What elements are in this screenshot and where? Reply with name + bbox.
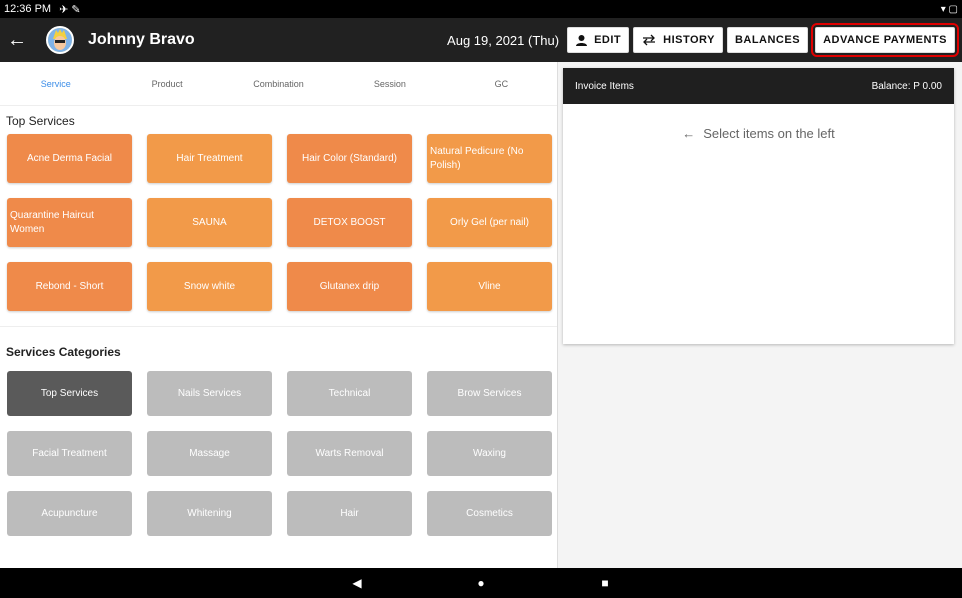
avatar xyxy=(46,26,74,54)
category-button[interactable]: Acupuncture xyxy=(7,491,132,536)
catalog-panel: Service Product Combination Session GC T… xyxy=(0,62,558,568)
history-button-label: HISTORY xyxy=(663,34,715,46)
avatar-image xyxy=(48,28,72,52)
service-button[interactable]: Orly Gel (per nail) xyxy=(427,198,552,247)
category-button[interactable]: Massage xyxy=(147,431,272,476)
category-button[interactable]: Hair xyxy=(287,491,412,536)
back-arrow-icon[interactable]: ← xyxy=(0,18,34,62)
balances-button[interactable]: BALANCES xyxy=(726,27,809,53)
edit-button-label: EDIT xyxy=(594,34,622,46)
app-bar: ← Johnny Bravo Aug 19, 2021 (Thu) EDIT H… xyxy=(0,18,962,62)
service-button[interactable]: Natural Pedicure (No Polish) xyxy=(427,134,552,183)
nav-home-icon[interactable]: ● xyxy=(469,571,493,595)
section-divider xyxy=(0,326,557,327)
invoice-panel: Invoice Items Balance: P 0.00 ← Select i… xyxy=(563,68,954,344)
service-button[interactable]: Hair Treatment xyxy=(147,134,272,183)
service-button[interactable]: Acne Derma Facial xyxy=(7,134,132,183)
status-time: 12:36 PM xyxy=(4,3,52,15)
history-button[interactable]: HISTORY xyxy=(633,27,723,53)
category-button[interactable]: Whitening xyxy=(147,491,272,536)
left-arrow-icon: ← xyxy=(682,126,696,141)
service-button[interactable]: Vline xyxy=(427,262,552,311)
notification-icons: ✈ ✎ xyxy=(59,3,81,16)
user-name: Johnny Bravo xyxy=(88,31,195,48)
service-button[interactable]: Snow white xyxy=(147,262,272,311)
nav-recents-icon[interactable]: ■ xyxy=(593,571,617,595)
invoice-empty-state: ← Select items on the left xyxy=(563,104,954,141)
service-button[interactable]: Hair Color (Standard) xyxy=(287,134,412,183)
category-button[interactable]: Facial Treatment xyxy=(7,431,132,476)
status-bar: 12:36 PM ✈ ✎ ▾ ▢ xyxy=(0,0,962,18)
advance-payments-button[interactable]: ADVANCE PAYMENTS xyxy=(811,23,959,57)
advance-payments-button-label: ADVANCE PAYMENTS xyxy=(823,34,947,46)
category-button[interactable]: Waxing xyxy=(427,431,552,476)
service-button[interactable]: Glutanex drip xyxy=(287,262,412,311)
category-button[interactable]: Brow Services xyxy=(427,371,552,416)
person-icon xyxy=(576,34,588,46)
category-button[interactable]: Nails Services xyxy=(147,371,272,416)
tab-service[interactable]: Service xyxy=(0,62,111,105)
invoice-header: Invoice Items Balance: P 0.00 xyxy=(563,68,954,104)
nav-back-icon[interactable]: ◀ xyxy=(345,571,369,595)
catalog-tabs: Service Product Combination Session GC xyxy=(0,62,557,106)
category-button[interactable]: Warts Removal xyxy=(287,431,412,476)
invoice-title: Invoice Items xyxy=(575,80,634,92)
service-button[interactable]: Quarantine Haircut Women xyxy=(7,198,132,247)
service-categories-title: Services Categories xyxy=(6,345,121,359)
invoice-empty-message: Select items on the left xyxy=(703,126,835,141)
edit-button[interactable]: EDIT xyxy=(567,27,630,53)
service-categories-grid: Top Services Nails Services Technical Br… xyxy=(0,371,557,551)
top-services-grid: Acne Derma Facial Hair Treatment Hair Co… xyxy=(0,132,557,326)
category-button[interactable]: Cosmetics xyxy=(427,491,552,536)
current-date: Aug 19, 2021 (Thu) xyxy=(447,32,560,48)
category-button[interactable]: Top Services xyxy=(7,371,132,416)
balances-button-label: BALANCES xyxy=(734,34,801,46)
top-services-title: Top Services xyxy=(6,114,75,128)
swap-icon xyxy=(643,34,656,46)
service-button[interactable]: SAUNA xyxy=(147,198,272,247)
tab-combination[interactable]: Combination xyxy=(223,62,334,105)
tab-product[interactable]: Product xyxy=(111,62,222,105)
service-button[interactable]: DETOX BOOST xyxy=(287,198,412,247)
system-nav-bar: ◀ ● ■ xyxy=(0,568,962,598)
tab-gc[interactable]: GC xyxy=(446,62,557,105)
service-button[interactable]: Rebond - Short xyxy=(7,262,132,311)
category-button[interactable]: Technical xyxy=(287,371,412,416)
wifi-battery-icons: ▾ ▢ xyxy=(940,3,958,15)
tab-session[interactable]: Session xyxy=(334,62,445,105)
invoice-balance: Balance: P 0.00 xyxy=(871,80,942,92)
